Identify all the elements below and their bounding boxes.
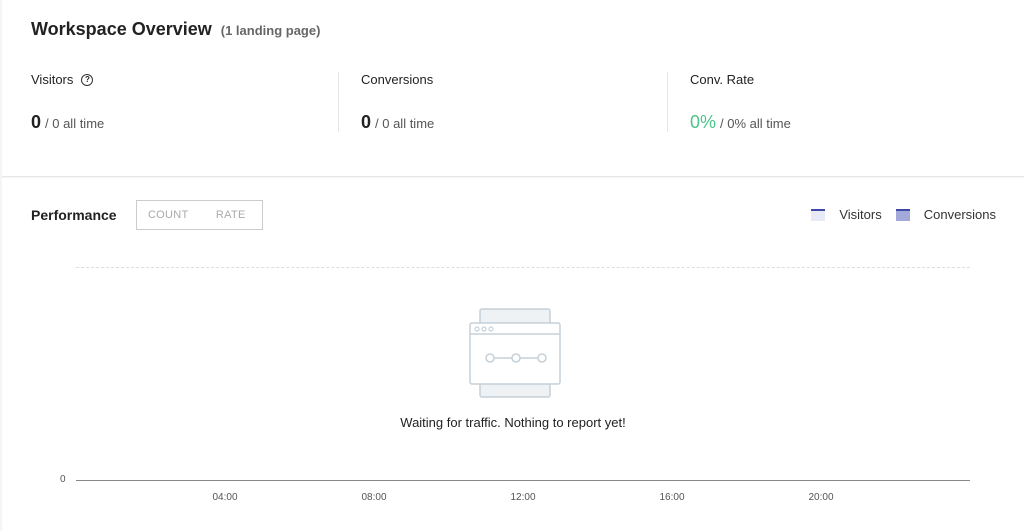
stat-conversions: Conversions 0 / 0 all time bbox=[361, 72, 435, 134]
x-tick-label: 16:00 bbox=[659, 492, 685, 503]
x-tick-label: 20:00 bbox=[808, 492, 834, 503]
performance-title: Performance bbox=[31, 207, 117, 223]
y-tick-label: 0 bbox=[60, 474, 66, 485]
legend-swatch-conversions bbox=[895, 208, 910, 221]
metric-toggle: COUNT RATE bbox=[136, 200, 263, 230]
x-tick-label: 12:00 bbox=[510, 492, 536, 503]
x-tick-label: 08:00 bbox=[361, 492, 387, 503]
stat-all-time: / 0% all time bbox=[720, 116, 791, 131]
x-tick-label: 04:00 bbox=[212, 492, 238, 503]
empty-state-message: Waiting for traffic. Nothing to report y… bbox=[400, 415, 626, 430]
x-axis-line bbox=[76, 480, 970, 481]
stat-all-time: / 0 all time bbox=[45, 116, 105, 131]
stat-value: 0% bbox=[690, 112, 717, 132]
stat-conv-rate: Conv. Rate 0% / 0% all time bbox=[690, 72, 791, 134]
landing-page-count: (1 landing page) bbox=[220, 23, 321, 38]
stat-value: 0 bbox=[31, 112, 42, 132]
stat-value: 0 bbox=[361, 112, 372, 132]
legend-label-visitors[interactable]: Visitors bbox=[839, 207, 881, 222]
performance-panel: Performance COUNT RATE Visitors Conversi… bbox=[2, 178, 1024, 531]
divider bbox=[338, 72, 339, 132]
stat-label: Conversions bbox=[361, 72, 434, 87]
legend-swatch-visitors bbox=[811, 208, 826, 221]
stat-visitors: Visitors ? 0 / 0 all time bbox=[31, 72, 104, 134]
page-title: Workspace Overview bbox=[31, 19, 212, 39]
overview-panel: Workspace Overview (1 landing page) Visi… bbox=[2, 0, 1024, 177]
stat-all-time: / 0 all time bbox=[375, 116, 435, 131]
toggle-count[interactable]: COUNT bbox=[137, 201, 200, 229]
stat-label: Visitors bbox=[31, 72, 74, 87]
divider bbox=[667, 72, 668, 132]
chart-legend: Visitors Conversions bbox=[811, 207, 996, 222]
question-circle-icon[interactable]: ? bbox=[81, 73, 94, 86]
gridline bbox=[76, 267, 970, 268]
stat-label: Conv. Rate bbox=[690, 72, 755, 87]
legend-label-conversions[interactable]: Conversions bbox=[924, 207, 996, 222]
empty-browser-icon bbox=[469, 308, 561, 398]
toggle-rate[interactable]: RATE bbox=[200, 201, 263, 229]
